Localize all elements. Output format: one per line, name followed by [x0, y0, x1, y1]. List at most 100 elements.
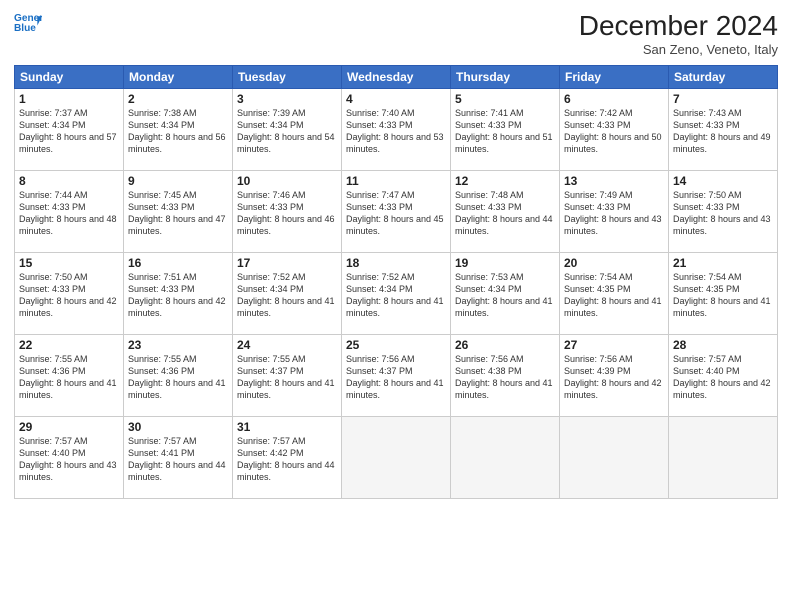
- calendar-header-row: SundayMondayTuesdayWednesdayThursdayFrid…: [15, 66, 778, 89]
- day-number: 23: [128, 338, 228, 352]
- calendar-day: 1Sunrise: 7:37 AMSunset: 4:34 PMDaylight…: [15, 89, 124, 171]
- calendar-day: 15Sunrise: 7:50 AMSunset: 4:33 PMDayligh…: [15, 253, 124, 335]
- day-info: Sunrise: 7:52 AMSunset: 4:34 PMDaylight:…: [237, 271, 337, 320]
- day-number: 7: [673, 92, 773, 106]
- calendar-table: SundayMondayTuesdayWednesdayThursdayFrid…: [14, 65, 778, 499]
- calendar-week-row: 1Sunrise: 7:37 AMSunset: 4:34 PMDaylight…: [15, 89, 778, 171]
- day-number: 13: [564, 174, 664, 188]
- day-info: Sunrise: 7:56 AMSunset: 4:39 PMDaylight:…: [564, 353, 664, 402]
- calendar-day: 10Sunrise: 7:46 AMSunset: 4:33 PMDayligh…: [233, 171, 342, 253]
- calendar-day: [560, 417, 669, 499]
- calendar-day: [669, 417, 778, 499]
- day-number: 3: [237, 92, 337, 106]
- day-info: Sunrise: 7:56 AMSunset: 4:38 PMDaylight:…: [455, 353, 555, 402]
- day-info: Sunrise: 7:46 AMSunset: 4:33 PMDaylight:…: [237, 189, 337, 238]
- calendar-day: 30Sunrise: 7:57 AMSunset: 4:41 PMDayligh…: [124, 417, 233, 499]
- day-number: 12: [455, 174, 555, 188]
- calendar-day: 26Sunrise: 7:56 AMSunset: 4:38 PMDayligh…: [451, 335, 560, 417]
- logo-icon: General Blue: [14, 10, 42, 38]
- calendar-week-row: 15Sunrise: 7:50 AMSunset: 4:33 PMDayligh…: [15, 253, 778, 335]
- day-info: Sunrise: 7:54 AMSunset: 4:35 PMDaylight:…: [564, 271, 664, 320]
- day-info: Sunrise: 7:45 AMSunset: 4:33 PMDaylight:…: [128, 189, 228, 238]
- day-info: Sunrise: 7:52 AMSunset: 4:34 PMDaylight:…: [346, 271, 446, 320]
- day-of-week-header: Saturday: [669, 66, 778, 89]
- day-info: Sunrise: 7:38 AMSunset: 4:34 PMDaylight:…: [128, 107, 228, 156]
- calendar-day: 25Sunrise: 7:56 AMSunset: 4:37 PMDayligh…: [342, 335, 451, 417]
- day-of-week-header: Wednesday: [342, 66, 451, 89]
- calendar-week-row: 8Sunrise: 7:44 AMSunset: 4:33 PMDaylight…: [15, 171, 778, 253]
- day-info: Sunrise: 7:40 AMSunset: 4:33 PMDaylight:…: [346, 107, 446, 156]
- calendar-day: 13Sunrise: 7:49 AMSunset: 4:33 PMDayligh…: [560, 171, 669, 253]
- day-info: Sunrise: 7:50 AMSunset: 4:33 PMDaylight:…: [19, 271, 119, 320]
- calendar-day: 9Sunrise: 7:45 AMSunset: 4:33 PMDaylight…: [124, 171, 233, 253]
- calendar-day: 27Sunrise: 7:56 AMSunset: 4:39 PMDayligh…: [560, 335, 669, 417]
- day-info: Sunrise: 7:41 AMSunset: 4:33 PMDaylight:…: [455, 107, 555, 156]
- day-info: Sunrise: 7:57 AMSunset: 4:40 PMDaylight:…: [19, 435, 119, 484]
- day-info: Sunrise: 7:53 AMSunset: 4:34 PMDaylight:…: [455, 271, 555, 320]
- calendar-day: 19Sunrise: 7:53 AMSunset: 4:34 PMDayligh…: [451, 253, 560, 335]
- day-number: 25: [346, 338, 446, 352]
- calendar-day: 28Sunrise: 7:57 AMSunset: 4:40 PMDayligh…: [669, 335, 778, 417]
- day-info: Sunrise: 7:51 AMSunset: 4:33 PMDaylight:…: [128, 271, 228, 320]
- calendar-day: 7Sunrise: 7:43 AMSunset: 4:33 PMDaylight…: [669, 89, 778, 171]
- calendar-day: 29Sunrise: 7:57 AMSunset: 4:40 PMDayligh…: [15, 417, 124, 499]
- day-number: 24: [237, 338, 337, 352]
- day-of-week-header: Sunday: [15, 66, 124, 89]
- day-info: Sunrise: 7:57 AMSunset: 4:40 PMDaylight:…: [673, 353, 773, 402]
- svg-text:Blue: Blue: [14, 23, 36, 34]
- day-number: 26: [455, 338, 555, 352]
- day-number: 30: [128, 420, 228, 434]
- day-info: Sunrise: 7:47 AMSunset: 4:33 PMDaylight:…: [346, 189, 446, 238]
- day-info: Sunrise: 7:48 AMSunset: 4:33 PMDaylight:…: [455, 189, 555, 238]
- day-number: 14: [673, 174, 773, 188]
- month-title: December 2024: [579, 10, 778, 42]
- day-number: 8: [19, 174, 119, 188]
- day-number: 28: [673, 338, 773, 352]
- day-info: Sunrise: 7:49 AMSunset: 4:33 PMDaylight:…: [564, 189, 664, 238]
- calendar-day: 2Sunrise: 7:38 AMSunset: 4:34 PMDaylight…: [124, 89, 233, 171]
- title-block: December 2024 San Zeno, Veneto, Italy: [579, 10, 778, 57]
- calendar-day: 23Sunrise: 7:55 AMSunset: 4:36 PMDayligh…: [124, 335, 233, 417]
- calendar-day: 12Sunrise: 7:48 AMSunset: 4:33 PMDayligh…: [451, 171, 560, 253]
- day-info: Sunrise: 7:37 AMSunset: 4:34 PMDaylight:…: [19, 107, 119, 156]
- calendar-day: 24Sunrise: 7:55 AMSunset: 4:37 PMDayligh…: [233, 335, 342, 417]
- day-number: 27: [564, 338, 664, 352]
- calendar-day: 8Sunrise: 7:44 AMSunset: 4:33 PMDaylight…: [15, 171, 124, 253]
- page: General Blue December 2024 San Zeno, Ven…: [0, 0, 792, 612]
- day-of-week-header: Friday: [560, 66, 669, 89]
- day-info: Sunrise: 7:43 AMSunset: 4:33 PMDaylight:…: [673, 107, 773, 156]
- calendar-day: 11Sunrise: 7:47 AMSunset: 4:33 PMDayligh…: [342, 171, 451, 253]
- calendar-day: 17Sunrise: 7:52 AMSunset: 4:34 PMDayligh…: [233, 253, 342, 335]
- day-number: 5: [455, 92, 555, 106]
- calendar-day: [451, 417, 560, 499]
- day-number: 15: [19, 256, 119, 270]
- day-info: Sunrise: 7:55 AMSunset: 4:37 PMDaylight:…: [237, 353, 337, 402]
- day-number: 6: [564, 92, 664, 106]
- day-number: 18: [346, 256, 446, 270]
- calendar-day: 18Sunrise: 7:52 AMSunset: 4:34 PMDayligh…: [342, 253, 451, 335]
- day-number: 10: [237, 174, 337, 188]
- day-number: 1: [19, 92, 119, 106]
- day-number: 11: [346, 174, 446, 188]
- calendar-day: 20Sunrise: 7:54 AMSunset: 4:35 PMDayligh…: [560, 253, 669, 335]
- day-number: 22: [19, 338, 119, 352]
- calendar-day: 6Sunrise: 7:42 AMSunset: 4:33 PMDaylight…: [560, 89, 669, 171]
- day-of-week-header: Tuesday: [233, 66, 342, 89]
- calendar-day: 31Sunrise: 7:57 AMSunset: 4:42 PMDayligh…: [233, 417, 342, 499]
- day-number: 16: [128, 256, 228, 270]
- day-info: Sunrise: 7:57 AMSunset: 4:41 PMDaylight:…: [128, 435, 228, 484]
- day-of-week-header: Monday: [124, 66, 233, 89]
- day-info: Sunrise: 7:50 AMSunset: 4:33 PMDaylight:…: [673, 189, 773, 238]
- day-number: 4: [346, 92, 446, 106]
- day-info: Sunrise: 7:42 AMSunset: 4:33 PMDaylight:…: [564, 107, 664, 156]
- calendar-day: 16Sunrise: 7:51 AMSunset: 4:33 PMDayligh…: [124, 253, 233, 335]
- day-info: Sunrise: 7:44 AMSunset: 4:33 PMDaylight:…: [19, 189, 119, 238]
- day-number: 19: [455, 256, 555, 270]
- calendar-day: 22Sunrise: 7:55 AMSunset: 4:36 PMDayligh…: [15, 335, 124, 417]
- calendar-day: 14Sunrise: 7:50 AMSunset: 4:33 PMDayligh…: [669, 171, 778, 253]
- day-number: 9: [128, 174, 228, 188]
- header: General Blue December 2024 San Zeno, Ven…: [14, 10, 778, 57]
- calendar-week-row: 22Sunrise: 7:55 AMSunset: 4:36 PMDayligh…: [15, 335, 778, 417]
- calendar-day: 3Sunrise: 7:39 AMSunset: 4:34 PMDaylight…: [233, 89, 342, 171]
- day-info: Sunrise: 7:57 AMSunset: 4:42 PMDaylight:…: [237, 435, 337, 484]
